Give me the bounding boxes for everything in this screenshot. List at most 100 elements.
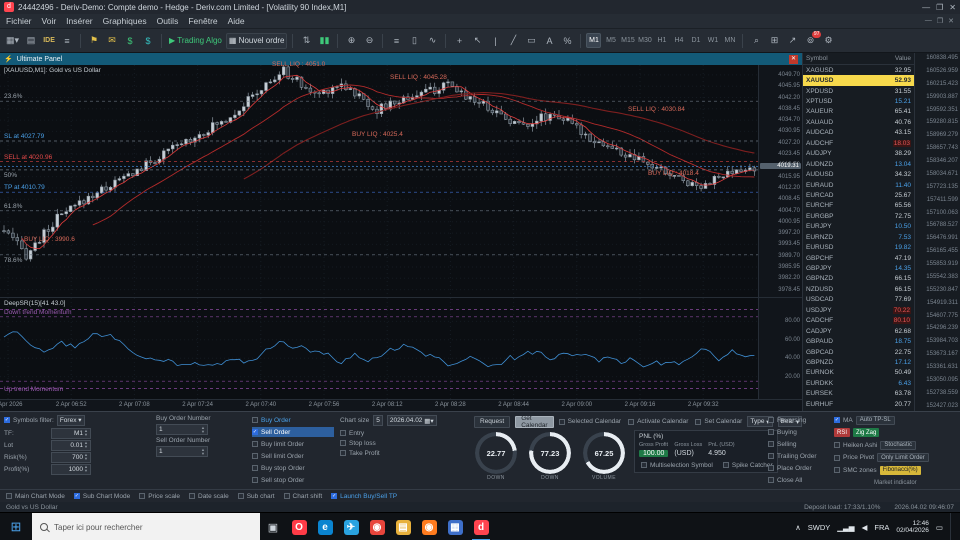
cursor-button[interactable]: ↖ [469,33,485,49]
scale-icon[interactable]: ⇅ [298,33,314,49]
market-watch-row-eurcad[interactable]: EURCAD25.67 [803,190,914,200]
timeframe-d1[interactable]: D1 [688,33,703,48]
file-explorer-icon[interactable]: ▤ [390,513,416,540]
candle-chart-button[interactable]: ▯ [406,33,422,49]
chart-profiles-button[interactable]: ▤ [23,33,39,49]
market-watch-row-xaueur[interactable]: XAUEUR65.41 [803,107,914,117]
chrome-icon[interactable]: ◉ [364,513,390,540]
indicator-smc-zones[interactable]: SMC zones [834,465,877,475]
search-icon[interactable]: ⌕ [748,33,764,49]
timeframe-m30[interactable]: M30 [637,33,652,48]
timeframe-h1[interactable]: H1 [654,33,669,48]
mode-launch-buy-sell-tp[interactable]: ✓Launch Buy/Sell TP [331,491,397,501]
crosshair-button[interactable]: + [451,33,467,49]
indicator-heiken-ashi[interactable]: Heiken Ashi [834,440,877,450]
shapes-button[interactable]: ▭ [523,33,539,49]
mode-chart-shift[interactable]: Chart shift [284,491,323,501]
market-watch-symbol-header[interactable]: Symbol [806,55,895,62]
entry-opt-take-profit[interactable]: Take Profit [340,448,468,458]
mode-price-scale[interactable]: Price scale [139,491,180,501]
tray-expand-icon[interactable]: ∧ [795,523,801,532]
show-desktop-button[interactable] [950,513,954,540]
timeframe-m1[interactable]: M1 [586,33,601,48]
market-watch-row-eursek[interactable]: EURSEK63.78 [803,389,914,399]
market-watch-row-eurdkk[interactable]: EURDKK6.43 [803,378,914,388]
market-watch-row-audnzd[interactable]: AUDNZD13.04 [803,159,914,169]
mode-sub-chart[interactable]: Sub chart [238,491,275,501]
calendar-opt-set-calendar[interactable]: Set Calendar [695,417,742,427]
telegram-icon[interactable]: ✈ [338,513,364,540]
market-watch-row-gbpcad[interactable]: GBPCAD22.75 [803,347,914,357]
market-watch-row-xauusd[interactable]: XAUUSD52.93 [803,75,914,85]
candlestick-chart[interactable] [0,65,758,297]
market-watch-row-gbpjpy[interactable]: GBPJPY14.35 [803,263,914,273]
layout-grid-button[interactable]: ⊞ [766,33,782,49]
sell-order-number-stepper[interactable]: 1▲▼ [156,446,208,457]
trading-algo-button[interactable]: ▶ Trading Algo [167,33,224,49]
market-watch-row-cadchf[interactable]: CADCHF80.10 [803,316,914,326]
indicator-tag-market-indicator[interactable]: Market indicator [871,478,920,487]
request-button[interactable]: Request [474,416,510,428]
notification-center-icon[interactable]: ▭ [936,523,943,532]
menu-insrer[interactable]: Insérer [66,16,92,26]
menu-outils[interactable]: Outils [157,16,179,26]
indicator-tag-only-limit-order[interactable]: Only Limit Order [877,453,929,462]
action-trailing-order[interactable]: Trailing Order [768,451,817,461]
mode-main-chart-mode[interactable]: Main Chart Mode [6,491,65,501]
taskbar-search[interactable]: Taper ici pour rechercher [32,513,260,540]
taskbar-clock[interactable]: 12:46 02/04/2026 [896,520,929,534]
order-type-sell-stop-order[interactable]: Sell stop Order [252,475,334,485]
symbols-filter-checkbox[interactable]: ✓ Symbols filter: Forex ▾ [4,415,150,425]
market-watch-row-eurchf[interactable]: EURCHF65.56 [803,201,914,211]
market-watch-row-gbpnzd[interactable]: GBPNZD17.12 [803,357,914,367]
indicator-tag-stochastic[interactable]: Stochastic [880,441,916,450]
minimize-button[interactable]: — [922,3,930,12]
order-type-buy-stop-order[interactable]: Buy stop Order [252,463,334,473]
volume-icon[interactable]: ◀ [862,523,868,532]
start-button[interactable]: ⊞ [0,513,32,540]
alerts-bell-button[interactable]: ⊚97 [802,33,818,49]
indicator-tag-rsi[interactable]: RSI [834,428,850,437]
market-watch-row-eurnok[interactable]: EURNOK50.49 [803,368,914,378]
bars-green-icon[interactable]: ▮▮ [316,33,332,49]
child-minimize-button[interactable]: — [925,17,932,25]
mail-icon[interactable]: ✉ [104,33,120,49]
arrow-up-button[interactable]: ↗ [784,33,800,49]
stepper-arrows[interactable]: ▲▼ [84,465,88,473]
timeframe-m5[interactable]: M5 [603,33,618,48]
menu-aide[interactable]: Aide [228,16,245,26]
timeframe-mn[interactable]: MN [722,33,737,48]
metaeditor-button[interactable]: ≡ [59,33,75,49]
market-watch-row-euraud[interactable]: EURAUD11.40 [803,180,914,190]
main-chart[interactable]: [XAUUSD,M1]: Gold vs US Dollar23.6%SL at… [0,65,802,297]
timeframe-h4[interactable]: H4 [671,33,686,48]
order-type-sell-order[interactable]: ✓Sell Order [252,427,334,437]
symbols-filter-select[interactable]: Forex ▾ [57,415,85,426]
firefox-icon[interactable]: ◉ [416,513,442,540]
language-indicator[interactable]: FRA [874,523,889,532]
coin-icon[interactable]: $ [140,33,156,49]
indicator-tag-zig-zag[interactable]: Zig Zag [853,428,879,437]
close-button[interactable]: ✕ [949,3,956,12]
param-input-profit[interactable]: 1000▲▼ [51,464,91,475]
market-watch-row-eurgbp[interactable]: EURGBP72.75 [803,211,914,221]
maximize-button[interactable]: ❐ [936,3,943,12]
menu-fentre[interactable]: Fenêtre [188,16,217,26]
stepper-arrows[interactable]: ▲▼ [84,453,88,461]
indicator-tag-auto-tp-sl[interactable]: Auto TP-SL [856,416,895,425]
market-watch-row-usdcad[interactable]: USDCAD77.69 [803,295,914,305]
network-icon[interactable]: ▁▃▅ [837,523,854,532]
task-view-icon[interactable]: ▣ [260,513,286,540]
mode-date-scale[interactable]: Date scale [189,491,229,501]
calendar-date-input[interactable]: 2026.04.02 ▦▾ [387,415,437,426]
order-type-buy-order[interactable]: Buy Order [252,415,334,425]
entry-opt-entry[interactable]: Entry [340,428,468,438]
vline-button[interactable]: | [487,33,503,49]
store-icon[interactable]: ▦ [442,513,468,540]
zoom-in-button[interactable]: ⊕ [343,33,359,49]
market-watch-row-gbpaud[interactable]: GBPAUD18.75 [803,336,914,346]
market-watch-row-cadjpy[interactable]: CADJPY62.68 [803,326,914,336]
calendar-opt-selected-calendar[interactable]: Selected Calendar [559,417,621,427]
param-input-tf[interactable]: M1▲▼ [51,428,91,439]
deriv-icon[interactable]: d [468,513,494,540]
